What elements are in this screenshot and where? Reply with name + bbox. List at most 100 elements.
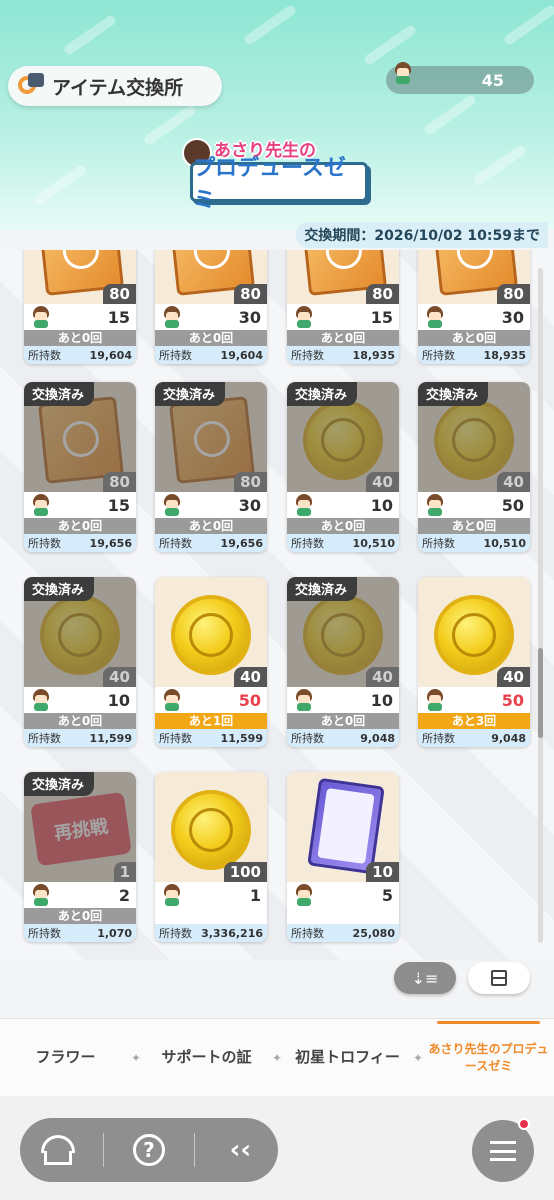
page-title: アイテム交換所: [8, 66, 222, 106]
item-cost: 30: [501, 307, 524, 327]
owned-label: 所持数: [291, 732, 324, 745]
cost-row: 10: [287, 687, 399, 713]
exchanged-badge: 交換済み: [287, 577, 358, 601]
owned-count: 所持数 1,070: [24, 924, 136, 942]
coin-icon: [303, 595, 383, 675]
item-card[interactable]: 80 15 あと0回 所持数 19,604: [24, 250, 136, 364]
item-card[interactable]: 80 15 あと0回 所持数 18,935: [287, 250, 399, 364]
card-pack-icon: [307, 777, 385, 875]
item-card[interactable]: 交換済み 40 10 あと0回 所持数 11,599: [24, 577, 136, 747]
tab-flower[interactable]: フラワー: [0, 1049, 131, 1066]
item-cost: 10: [107, 690, 130, 710]
item-card[interactable]: 40 50 あと1回 所持数 11,599: [155, 577, 267, 747]
tab-separator: ✦: [272, 1050, 283, 1065]
currency-icon: [424, 494, 446, 516]
item-quantity: 10: [366, 862, 399, 882]
owned-count: 所持数 19,604: [155, 346, 267, 364]
item-image: 80: [155, 250, 267, 304]
owned-count: 所持数 9,048: [287, 729, 399, 747]
home-icon: [40, 1135, 75, 1165]
owned-value: 11,599: [220, 731, 263, 745]
owned-count: 所持数 19,656: [24, 534, 136, 552]
home-button[interactable]: [28, 1125, 88, 1175]
item-card[interactable]: 40 50 あと3回 所持数 9,048: [418, 577, 530, 747]
cost-row: 5: [287, 882, 399, 908]
currency-icon: [30, 494, 52, 516]
remaining-count: あと0回: [418, 330, 530, 346]
menu-icon: [490, 1141, 516, 1161]
item-grid[interactable]: 80 15 あと0回 所持数 19,604 80 30 あと0回 所持数 19,604 80 15 あと…: [0, 250, 554, 960]
owned-label: 所持数: [28, 537, 61, 550]
item-quantity: 1: [113, 862, 136, 882]
header: アイテム交換所 45 あさり先生の プロデュースゼミ: [0, 0, 554, 230]
item-cost: 5: [381, 885, 393, 905]
remaining-count: あと0回: [287, 713, 399, 729]
item-card[interactable]: 交換済み 40 10 あと0回 所持数 10,510: [287, 382, 399, 552]
tab-trophy[interactable]: 初星トロフィー: [282, 1049, 413, 1066]
help-button[interactable]: ?: [119, 1125, 179, 1175]
item-card[interactable]: 再挑戦 交換済み 1 2 あと0回 所持数 1,070: [24, 772, 136, 942]
cost-row: 30: [155, 492, 267, 518]
owned-label: 所持数: [28, 927, 61, 940]
category-tabs: フラワー ✦ サポートの証 ✦ 初星トロフィー ✦ あさり先生のプロデュースゼミ: [0, 1018, 554, 1096]
item-card[interactable]: 交換済み 80 15 あと0回 所持数 19,656: [24, 382, 136, 552]
back-icon: ‹‹: [229, 1135, 252, 1165]
coin-icon: [434, 400, 514, 480]
currency-icon: [30, 306, 52, 328]
scrollbar[interactable]: [538, 268, 543, 943]
scrollbar-thumb[interactable]: [538, 648, 543, 738]
item-quantity: 40: [497, 667, 530, 687]
currency-icon: [293, 689, 315, 711]
item-quantity: 80: [103, 472, 136, 492]
tab-support[interactable]: サポートの証: [141, 1049, 272, 1066]
owned-value: 10,510: [352, 536, 395, 550]
currency-icon: [161, 494, 183, 516]
owned-count: 所持数 25,080: [287, 924, 399, 942]
item-image: 交換済み 40: [418, 382, 530, 492]
item-cost: 1: [249, 885, 261, 905]
owned-label: 所持数: [159, 349, 192, 362]
view-toggle-icon: [491, 970, 507, 986]
owned-label: 所持数: [159, 927, 192, 940]
remaining-count: あと0回: [155, 518, 267, 534]
cost-row: 15: [24, 492, 136, 518]
owned-count: 所持数 18,935: [418, 346, 530, 364]
item-quantity: 80: [234, 284, 267, 304]
exchanged-badge: 交換済み: [418, 382, 489, 406]
tab-seminar[interactable]: あさり先生のプロデュースゼミ: [423, 1020, 554, 1075]
back-button[interactable]: ‹‹: [210, 1125, 270, 1175]
sort-button[interactable]: ⇣≡: [394, 962, 456, 994]
item-cost: 10: [370, 690, 393, 710]
currency-counter: 45: [386, 62, 534, 94]
coin-icon: [303, 400, 383, 480]
item-card[interactable]: 10 5 所持数 25,080: [287, 772, 399, 942]
item-card[interactable]: 交換済み 40 50 あと0回 所持数 10,510: [418, 382, 530, 552]
owned-count: 所持数 11,599: [155, 729, 267, 747]
bottom-nav: ? ‹‹: [0, 1096, 554, 1200]
currency-icon: [424, 689, 446, 711]
item-card[interactable]: 100 1 所持数 3,336,216: [155, 772, 267, 942]
owned-value: 18,935: [483, 348, 526, 362]
remaining-count: あと0回: [24, 908, 136, 924]
item-card[interactable]: 交換済み 40 10 あと0回 所持数 9,048: [287, 577, 399, 747]
owned-label: 所持数: [422, 537, 455, 550]
book-icon: [38, 396, 124, 484]
item-card[interactable]: 交換済み 80 30 あと0回 所持数 19,656: [155, 382, 267, 552]
item-card[interactable]: 80 30 あと0回 所持数 18,935: [418, 250, 530, 364]
owned-count: 所持数 11,599: [24, 729, 136, 747]
exchanged-badge: 交換済み: [155, 382, 226, 406]
owned-count: 所持数 9,048: [418, 729, 530, 747]
item-image: 交換済み 80: [155, 382, 267, 492]
item-card[interactable]: 80 30 あと0回 所持数 19,604: [155, 250, 267, 364]
coin-icon: [40, 595, 120, 675]
remaining-count: あと0回: [24, 330, 136, 346]
item-quantity: 40: [234, 667, 267, 687]
currency-icon: [30, 689, 52, 711]
nav-pill: ? ‹‹: [20, 1118, 278, 1182]
exchange-icon: [16, 71, 46, 101]
item-image: 10: [287, 772, 399, 882]
item-cost: 30: [238, 307, 261, 327]
coin-icon: [171, 790, 251, 870]
item-quantity: 80: [234, 472, 267, 492]
view-toggle-button[interactable]: [468, 962, 530, 994]
